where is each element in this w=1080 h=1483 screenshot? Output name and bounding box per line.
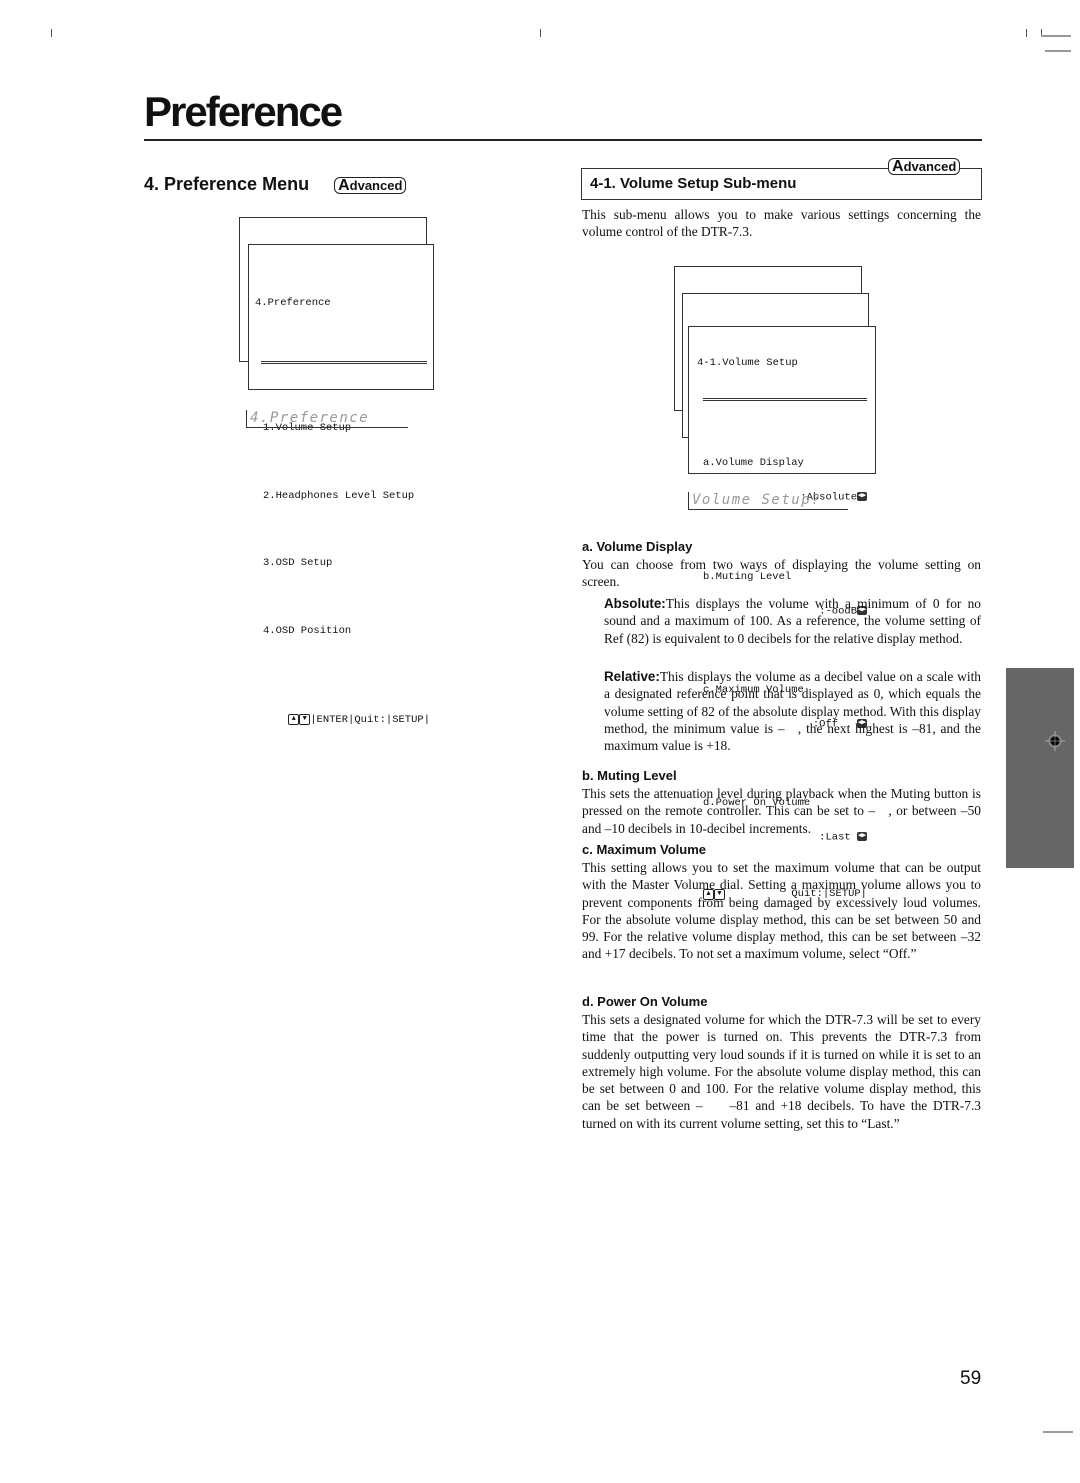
osd-inner-panel: 4-1.Volume Setup a.Volume Display :Absol…: [688, 326, 876, 900]
advanced-badge: Advanced: [334, 177, 407, 194]
heading-maximum-volume: c. Maximum Volume: [582, 842, 707, 857]
title-rule: [144, 139, 982, 141]
crop-mark: [51, 29, 52, 37]
paragraph: You can choose from two ways of displayi…: [582, 557, 981, 590]
crop-mark: [1041, 35, 1071, 37]
paragraph: This sets the attenuation level during p…: [582, 786, 981, 836]
left-right-arrow-icon: ◀▶: [857, 492, 867, 502]
lcd-display: 4.Preference: [246, 410, 408, 428]
intro-paragraph: This sub-menu allows you to make various…: [582, 207, 981, 240]
registration-target-icon: [1045, 731, 1065, 751]
osd-menu-item[interactable]: 3.OSD Setup: [249, 552, 433, 575]
section-title: 4. Preference Menu Advanced: [144, 174, 407, 195]
crop-mark: [1045, 50, 1071, 52]
osd-menu-item[interactable]: 2.Headphones Level Setup: [249, 485, 433, 508]
heading-power-on-volume: d. Power On Volume: [582, 994, 708, 1009]
page-title: Preference: [144, 88, 343, 135]
osd-menu-item[interactable]: 4.OSD Position: [249, 620, 433, 643]
paragraph: This setting allows you to set the maxim…: [582, 860, 981, 962]
down-arrow-icon: ▼: [299, 713, 311, 725]
crop-mark: [1026, 29, 1027, 37]
term-label: Relative:: [604, 669, 660, 684]
heading-muting-level: b. Muting Level: [582, 768, 677, 783]
lcd-display: Volume Setup?: [688, 492, 848, 510]
side-thumb-tab: [1006, 668, 1074, 868]
advanced-badge: Advanced: [888, 158, 961, 176]
osd-inner-panel: 4.Preference 1.Volume Setup 2.Headphones…: [248, 244, 434, 726]
heading-volume-display: a. Volume Display: [582, 539, 693, 554]
osd-setting-volume-display[interactable]: a.Volume Display :Absolute◀▶: [689, 436, 875, 527]
crop-mark: [1043, 1431, 1073, 1433]
osd-footer: ▲ ▼ |ENTER|Quit:|SETUP|: [249, 687, 433, 753]
term-text: This displays the volume as a decibel va…: [604, 669, 981, 754]
term-label: Absolute:: [604, 596, 666, 611]
osd-inner-title: 4-1.Volume Setup: [697, 356, 798, 369]
term-absolute: Absolute:This displays the volume with a…: [604, 595, 981, 647]
term-relative: Relative:This displays the volume as a d…: [604, 668, 981, 754]
crop-mark: [540, 29, 541, 37]
page-number: 59: [960, 1368, 982, 1389]
paragraph: This sets a designated volume for which …: [582, 1012, 981, 1131]
osd-inner-title: 4.Preference: [255, 297, 331, 309]
up-arrow-icon: ▲: [288, 713, 300, 725]
section-title-text: 4. Preference Menu: [144, 174, 310, 194]
subsection-title: 4-1. Volume Setup Sub-menu: [590, 175, 797, 192]
